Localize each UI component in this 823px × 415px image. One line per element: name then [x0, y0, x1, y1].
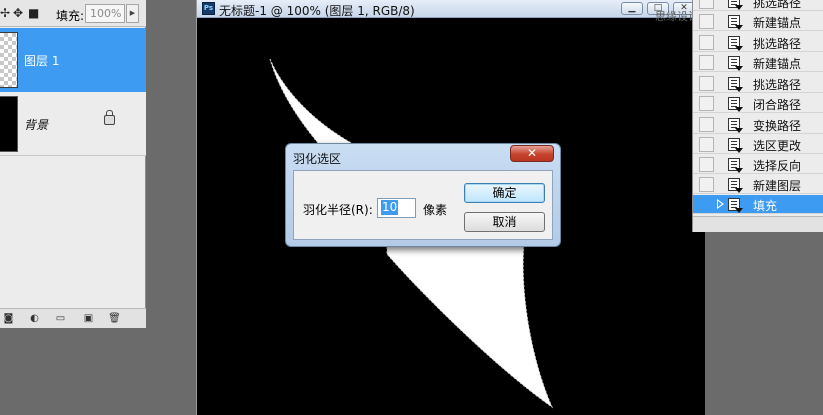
fill-opacity-input[interactable]: 100% [85, 4, 125, 23]
history-step-icon [728, 0, 743, 10]
history-snapshot-checkbox[interactable] [699, 117, 714, 132]
history-step-icon [728, 97, 743, 112]
history-snapshot-checkbox[interactable] [699, 0, 714, 9]
dialog-title: 羽化选区 [293, 152, 342, 166]
history-panel-footer [693, 216, 823, 232]
new-layer-icon[interactable]: ▣ [82, 312, 95, 325]
history-item[interactable]: 挑选路径 [693, 74, 823, 93]
history-item-label: 挑选路径 [753, 0, 802, 10]
feather-radius-input[interactable]: 10 [377, 198, 416, 218]
folder-icon[interactable]: ▭ [54, 312, 67, 325]
history-item-label: 选择反向 [753, 159, 802, 173]
history-step-icon [728, 15, 743, 30]
adjustment-layer-icon[interactable]: ◐ [28, 312, 41, 325]
history-snapshot-checkbox[interactable] [699, 177, 714, 192]
layer-row-layer-1[interactable]: 图层 1 [0, 28, 146, 92]
history-item-active[interactable]: 填充 [693, 195, 823, 214]
layer-row-background[interactable]: 背景 [0, 92, 146, 156]
history-step-icon [728, 36, 743, 51]
history-panel: 挑选路径 新建锚点 挑选路径 新建锚点 挑选路径 闭合路径 变换路径 选区更改 [692, 0, 823, 232]
history-snapshot-checkbox[interactable] [699, 157, 714, 172]
history-snapshot-checkbox[interactable] [699, 14, 714, 29]
history-item-label: 选区更改 [753, 139, 802, 153]
history-item-label: 新建图层 [753, 179, 802, 193]
history-item[interactable]: 挑选路径 [693, 0, 823, 11]
history-item[interactable]: 变换路径 [693, 115, 823, 134]
fill-dropdown-arrow-icon[interactable]: ▶ [126, 4, 139, 23]
history-step-icon [728, 198, 743, 213]
history-item[interactable]: 选择反向 [693, 155, 823, 174]
history-snapshot-checkbox[interactable] [699, 55, 714, 70]
trash-icon[interactable]: 🗑 [108, 312, 121, 325]
feather-radius-label: 羽化半径(R): [303, 203, 373, 217]
document-title: 无标题-1 @ 100% (图层 1, RGB/8) [219, 4, 415, 18]
feather-selection-dialog: 羽化选区 ✕ 羽化半径(R): 10 像素 确定 取消 [285, 143, 561, 247]
layer-lock-row: ✢ ✥ ■ 填充: 100% ▶ [0, 0, 146, 27]
history-item-label: 新建锚点 [753, 16, 802, 30]
history-item[interactable]: 新建锚点 [693, 12, 823, 31]
history-item-label: 新建锚点 [753, 57, 802, 71]
history-snapshot-checkbox[interactable] [699, 76, 714, 91]
history-state-arrow-icon[interactable] [717, 199, 724, 209]
feather-radius-value: 10 [381, 200, 399, 215]
add-mask-icon[interactable]: ◙ [2, 312, 15, 325]
history-item[interactable]: 新建图层 [693, 175, 823, 194]
history-item[interactable]: 选区更改 [693, 135, 823, 154]
ok-button[interactable]: 确定 [464, 183, 545, 203]
history-item[interactable]: 挑选路径 [693, 33, 823, 52]
lock-all-icon[interactable]: ■ [28, 6, 39, 20]
lock-position-icon[interactable]: ✢ [0, 6, 10, 20]
cancel-button[interactable]: 取消 [464, 212, 545, 232]
layer-name: 图层 1 [24, 54, 60, 68]
minimize-button[interactable]: ▁ [621, 2, 643, 15]
document-titlebar[interactable]: Ps 无标题-1 @ 100% (图层 1, RGB/8) ▁ □ ✕ [197, 0, 705, 18]
history-item-label: 闭合路径 [753, 98, 802, 112]
history-step-icon [728, 77, 743, 92]
history-item-label: 填充 [753, 199, 778, 213]
history-snapshot-checkbox[interactable] [699, 197, 714, 212]
history-snapshot-checkbox[interactable] [699, 137, 714, 152]
layer-thumbnail [0, 32, 18, 88]
history-step-icon [728, 158, 743, 173]
layer-thumbnail [0, 96, 18, 152]
layers-panel-footer: ◙ ◐ ▭ ▣ 🗑 [0, 308, 146, 328]
history-item-label: 挑选路径 [753, 78, 802, 92]
history-snapshot-checkbox[interactable] [699, 35, 714, 50]
history-step-icon [728, 138, 743, 153]
history-step-icon [728, 118, 743, 133]
lock-icon [104, 110, 115, 125]
dialog-body: 羽化半径(R): 10 像素 确定 取消 [293, 170, 553, 240]
history-step-icon [728, 56, 743, 71]
history-step-icon [728, 178, 743, 193]
move-lock-icon[interactable]: ✥ [13, 6, 23, 20]
photoshop-app-icon: Ps [202, 2, 215, 15]
dialog-close-button[interactable]: ✕ [510, 145, 554, 162]
history-item-label: 挑选路径 [753, 37, 802, 51]
layers-panel: ✢ ✥ ■ 填充: 100% ▶ 图层 1 背景 ◙ ◐ ▭ ▣ 🗑 [0, 0, 146, 328]
history-item[interactable]: 新建锚点 [693, 53, 823, 72]
history-item[interactable]: 闭合路径 [693, 94, 823, 113]
history-item-label: 变换路径 [753, 119, 802, 133]
unit-label: 像素 [423, 203, 448, 217]
fill-label: 填充: [56, 9, 85, 23]
history-snapshot-checkbox[interactable] [699, 96, 714, 111]
layer-name: 背景 [24, 118, 49, 132]
